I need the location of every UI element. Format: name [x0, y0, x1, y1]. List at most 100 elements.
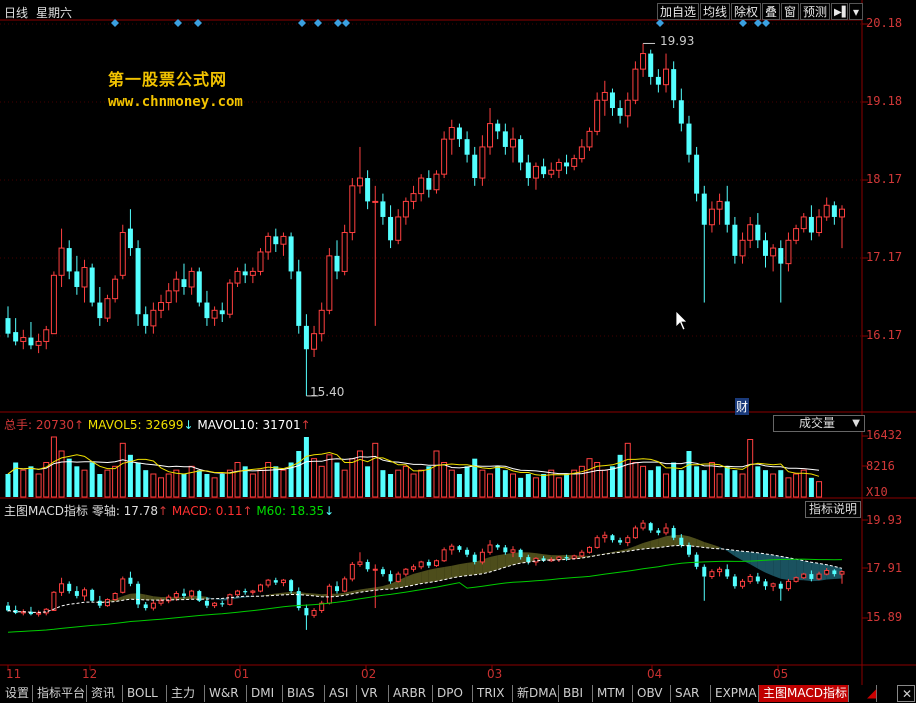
indicator-candle-body [465, 549, 470, 555]
indicator-candle-body [257, 584, 263, 592]
volume-bar [509, 473, 516, 498]
tab-3[interactable]: BOLL [123, 685, 167, 702]
pin-icon[interactable]: ▶▌ [831, 3, 849, 20]
macd-band [643, 540, 651, 549]
tab-2[interactable]: 资讯 [87, 685, 123, 702]
volume-bar [249, 473, 256, 498]
indicator-candle-body [809, 574, 814, 579]
overlay-button[interactable]: 叠 [762, 3, 781, 20]
tab-11[interactable]: DPO [433, 685, 473, 702]
price-axis-label: 16.17 [866, 328, 903, 342]
finance-marker[interactable]: 财 [735, 398, 750, 415]
candle-body [762, 240, 768, 256]
high-price-annotation: 19.93 [660, 34, 695, 48]
tab-16[interactable]: OBV [633, 685, 671, 702]
mavol10-label: MAVOL10: [197, 418, 263, 432]
ex-right-button[interactable]: 除权 [731, 3, 762, 20]
volume-bar [555, 477, 562, 498]
candle-body [823, 204, 830, 218]
x-axis-label: 11 [6, 667, 22, 681]
indicator-candle-body [656, 530, 661, 533]
volume-bar [365, 466, 371, 497]
volume-bar [81, 469, 88, 498]
macd-band [413, 571, 422, 586]
candle-body [487, 123, 494, 148]
candle-body [448, 126, 455, 140]
candle-body [464, 139, 470, 155]
tab-17[interactable]: SAR [671, 685, 711, 702]
volume-bar [257, 469, 264, 498]
candle-body [456, 127, 462, 140]
tab-7[interactable]: BIAS [283, 685, 325, 702]
tab-12[interactable]: TRIX [473, 685, 513, 702]
indicator-candle-body [411, 566, 417, 570]
tab-1[interactable]: 指标平台 [33, 685, 87, 702]
tab-8[interactable]: ASI [325, 685, 357, 702]
tab-0[interactable]: 设置 [1, 685, 33, 702]
volume-bar [388, 473, 394, 497]
candle-body [395, 216, 402, 241]
tab-14[interactable]: BBI [559, 685, 593, 702]
candle-body [58, 247, 65, 276]
volume-bar [158, 477, 165, 498]
close-icon[interactable]: ✕ [897, 685, 915, 702]
tab-6[interactable]: DMI [247, 685, 283, 702]
chevron-down-icon: ▼ [852, 418, 860, 429]
volume-bar [479, 469, 486, 498]
chevron-down-icon[interactable]: ▾ [849, 3, 863, 20]
indicator-candle-body [189, 590, 195, 597]
candle-body [249, 270, 256, 276]
tab-19[interactable]: 主图MACD指标 [759, 685, 849, 702]
indicator-candle-body [433, 560, 439, 567]
tab-13[interactable]: 新DMA [513, 685, 559, 702]
candle-body [601, 91, 608, 101]
indicator-candle-body [725, 569, 730, 577]
candle-body [380, 201, 386, 217]
macd-band [382, 583, 391, 590]
indicator-candle-body [243, 591, 248, 593]
candle-body [433, 173, 440, 191]
indicator-candle-body [227, 594, 233, 605]
indicator-help-button[interactable]: 指标说明 [805, 501, 862, 518]
volume-bar [89, 462, 95, 497]
indicator-candle-body [220, 603, 225, 605]
ma-button[interactable]: 均线 [700, 3, 731, 20]
indicator-axis-label: 15.89 [866, 610, 903, 624]
tab-10[interactable]: ARBR [389, 685, 433, 702]
indicator-candle-body [472, 554, 477, 562]
x-axis-label: 12 [82, 667, 98, 681]
volume-bar [112, 465, 119, 498]
volume-bar [708, 461, 715, 498]
candle-body [410, 193, 417, 202]
candle-body [356, 177, 363, 187]
volume-bar [318, 465, 325, 498]
tab-18[interactable]: EXPMA [711, 685, 759, 702]
volume-bar [694, 466, 700, 497]
volume-bar [770, 473, 777, 498]
tab-15[interactable]: MTM [593, 685, 633, 702]
predict-button[interactable]: 预测 [800, 3, 831, 20]
candle-body [341, 232, 348, 272]
tab-scroll-icon[interactable]: ◢ [863, 685, 877, 702]
indicator-candle-body [571, 555, 577, 559]
zero-axis-label: 零轴: [91, 504, 124, 518]
tab-4[interactable]: 主力 [167, 685, 205, 702]
volume-bar [135, 462, 141, 497]
x-axis-label: 02 [361, 667, 377, 681]
volume-indicator-select[interactable]: 成交量 ▼ [773, 415, 865, 432]
tab-5[interactable]: W&R [205, 685, 247, 702]
window-button[interactable]: 窗 [781, 3, 800, 20]
candle-body [648, 53, 654, 77]
indicator-candle-body [273, 580, 278, 583]
indicator-candle-body [90, 589, 95, 601]
macd-band [704, 541, 712, 549]
add-watchlist-button[interactable]: 加自选 [657, 3, 700, 20]
indicator-candle-body [824, 569, 830, 575]
volume-bar [5, 473, 11, 497]
volume-bar [13, 462, 19, 497]
tab-9[interactable]: VR [357, 685, 389, 702]
candle-body [158, 302, 165, 311]
indicator-candle-body [112, 593, 118, 601]
macd-band [436, 567, 445, 582]
volume-bar [678, 470, 684, 497]
